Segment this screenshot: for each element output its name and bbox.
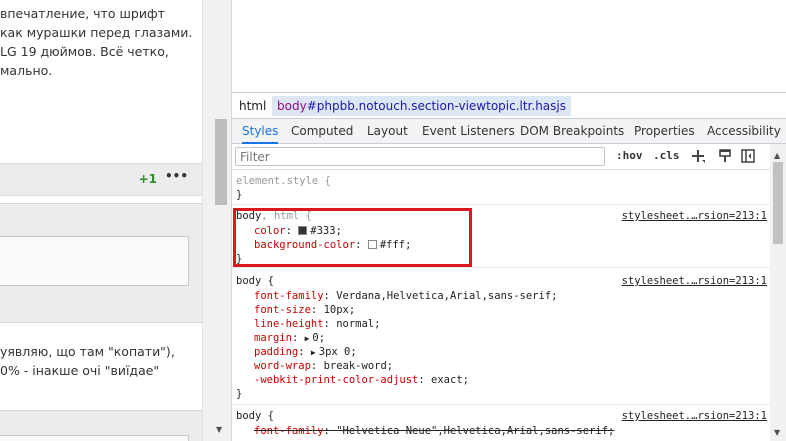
css-value: 0 [312, 332, 319, 344]
cls-button[interactable]: .cls [653, 149, 680, 162]
rule-selector[interactable]: body { [236, 409, 274, 423]
css-property: font-size [254, 304, 311, 316]
tab-properties[interactable]: Properties [634, 119, 695, 144]
css-value: 3px 0 [318, 346, 351, 358]
breadcrumb-body-tag: body [277, 99, 307, 113]
post-menu-button[interactable]: ••• [165, 169, 188, 183]
stylesheet-link[interactable]: stylesheet.…rsion=213:1 [622, 409, 767, 423]
styles-toolbar: :hov .cls [232, 144, 786, 170]
style-rule: body { stylesheet.…rsion=213:1 font-fami… [232, 406, 770, 441]
css-declaration[interactable]: -webkit-print-color-adjust: exact; [254, 373, 469, 387]
page-scrollbar[interactable]: ▼ [202, 0, 232, 441]
expand-triangle-icon[interactable]: ▶ [311, 348, 316, 357]
post-line: 0% - інакше очі "виїдае" [0, 363, 160, 378]
breadcrumb: html body#phpbb.notouch.section-viewtopi… [232, 92, 786, 118]
css-property: line-height [254, 318, 324, 330]
scroll-down-arrow-icon[interactable]: ▼ [216, 425, 222, 434]
hov-button[interactable]: :hov [616, 149, 643, 162]
css-property: word-wrap [254, 360, 311, 372]
css-declaration[interactable]: padding: ▶ 3px 0; [254, 345, 357, 359]
rule-selector[interactable]: element.style { [236, 174, 331, 188]
styles-scrollbar[interactable]: ▲ ▼ [770, 144, 786, 441]
next-post-panel [0, 410, 202, 441]
vote-count[interactable]: +1 [139, 172, 157, 186]
toggle-sidebar-icon[interactable] [740, 148, 756, 164]
css-property: font-family [254, 290, 324, 302]
post-line: мально. [0, 63, 53, 78]
css-property: font-family [254, 425, 324, 437]
css-declaration-overridden[interactable]: font-family: "Helvetica Neue",Helvetica,… [254, 424, 614, 438]
css-declaration[interactable]: word-wrap: break-word; [254, 359, 393, 373]
breadcrumb-html[interactable]: html [234, 96, 271, 116]
tab-accessibility[interactable]: Accessibility [707, 119, 781, 144]
tab-computed[interactable]: Computed [291, 119, 353, 144]
new-style-rule-icon[interactable] [690, 148, 706, 164]
scroll-down-arrow-icon[interactable]: ▼ [774, 428, 780, 437]
rule-selector[interactable]: body { [236, 274, 274, 288]
css-declaration[interactable]: font-family: Verdana,Helvetica,Arial,san… [254, 289, 557, 303]
css-value: "Helvetica Neue",Helvetica,Arial,sans-se… [336, 425, 609, 437]
reply-textbox[interactable] [0, 236, 189, 286]
style-rule: body { stylesheet.…rsion=213:1 font-fami… [232, 269, 770, 405]
forum-page: впечатление, что шрифт как мурашки перед… [0, 0, 202, 441]
post-line: LG 19 дюймов. Всё четко, [0, 44, 169, 59]
stylesheet-link[interactable]: stylesheet.…rsion=213:1 [622, 274, 767, 288]
styles-scroll-thumb[interactable] [773, 162, 783, 244]
css-declaration[interactable]: line-height: normal; [254, 317, 380, 331]
css-property: padding [254, 346, 299, 358]
paint-brush-icon[interactable] [717, 148, 733, 164]
post-action-bar: +1 ••• [0, 163, 202, 196]
css-declaration[interactable]: font-size: 10px; [254, 303, 355, 317]
element-style-rule: element.style { } [232, 171, 770, 205]
post-line: впечатление, что шрифт [0, 6, 165, 21]
expand-triangle-icon[interactable]: ▶ [305, 334, 310, 343]
page-scroll-thumb[interactable] [215, 119, 227, 205]
css-property: margin [254, 332, 292, 344]
post-text-lower: уявляю, що там "копати"), 0% - інакше оч… [0, 342, 202, 380]
stylesheet-link[interactable]: stylesheet.…rsion=213:1 [622, 209, 767, 223]
css-value: 10px [323, 304, 349, 316]
next-post-box [0, 435, 189, 441]
annotation-highlight-box [233, 208, 472, 267]
scroll-up-arrow-icon[interactable]: ▲ [774, 151, 780, 160]
css-property: -webkit-print-color-adjust [254, 374, 419, 386]
tab-dom-breakpoints[interactable]: DOM Breakpoints [520, 119, 624, 144]
tab-layout[interactable]: Layout [367, 119, 408, 144]
css-value: exact [431, 374, 463, 386]
css-value: Verdana,Helvetica,Arial,sans-serif [336, 290, 552, 302]
reply-panel [0, 203, 202, 323]
css-value: normal [336, 318, 375, 330]
sidebar-tabs: Styles Computed Layout Event Listeners D… [232, 118, 786, 144]
filter-input[interactable] [235, 147, 605, 166]
rule-close: } [236, 388, 243, 400]
breadcrumb-body-selector: #phpbb.notouch.section-viewtopic.ltr.has… [306, 99, 566, 113]
css-declaration[interactable]: margin: ▶ 0; [254, 331, 325, 345]
tab-styles[interactable]: Styles [242, 119, 279, 144]
elements-tree-area [232, 0, 786, 92]
css-value: break-word [323, 360, 387, 372]
tab-event-listeners[interactable]: Event Listeners [422, 119, 515, 144]
post-text-upper: впечатление, что шрифт как мурашки перед… [0, 4, 202, 80]
breadcrumb-body[interactable]: body#phpbb.notouch.section-viewtopic.ltr… [272, 96, 571, 116]
post-line: уявляю, що там "копати"), [0, 344, 175, 359]
rule-close: } [236, 189, 243, 201]
post-line: как мурашки перед глазами. [0, 25, 193, 40]
